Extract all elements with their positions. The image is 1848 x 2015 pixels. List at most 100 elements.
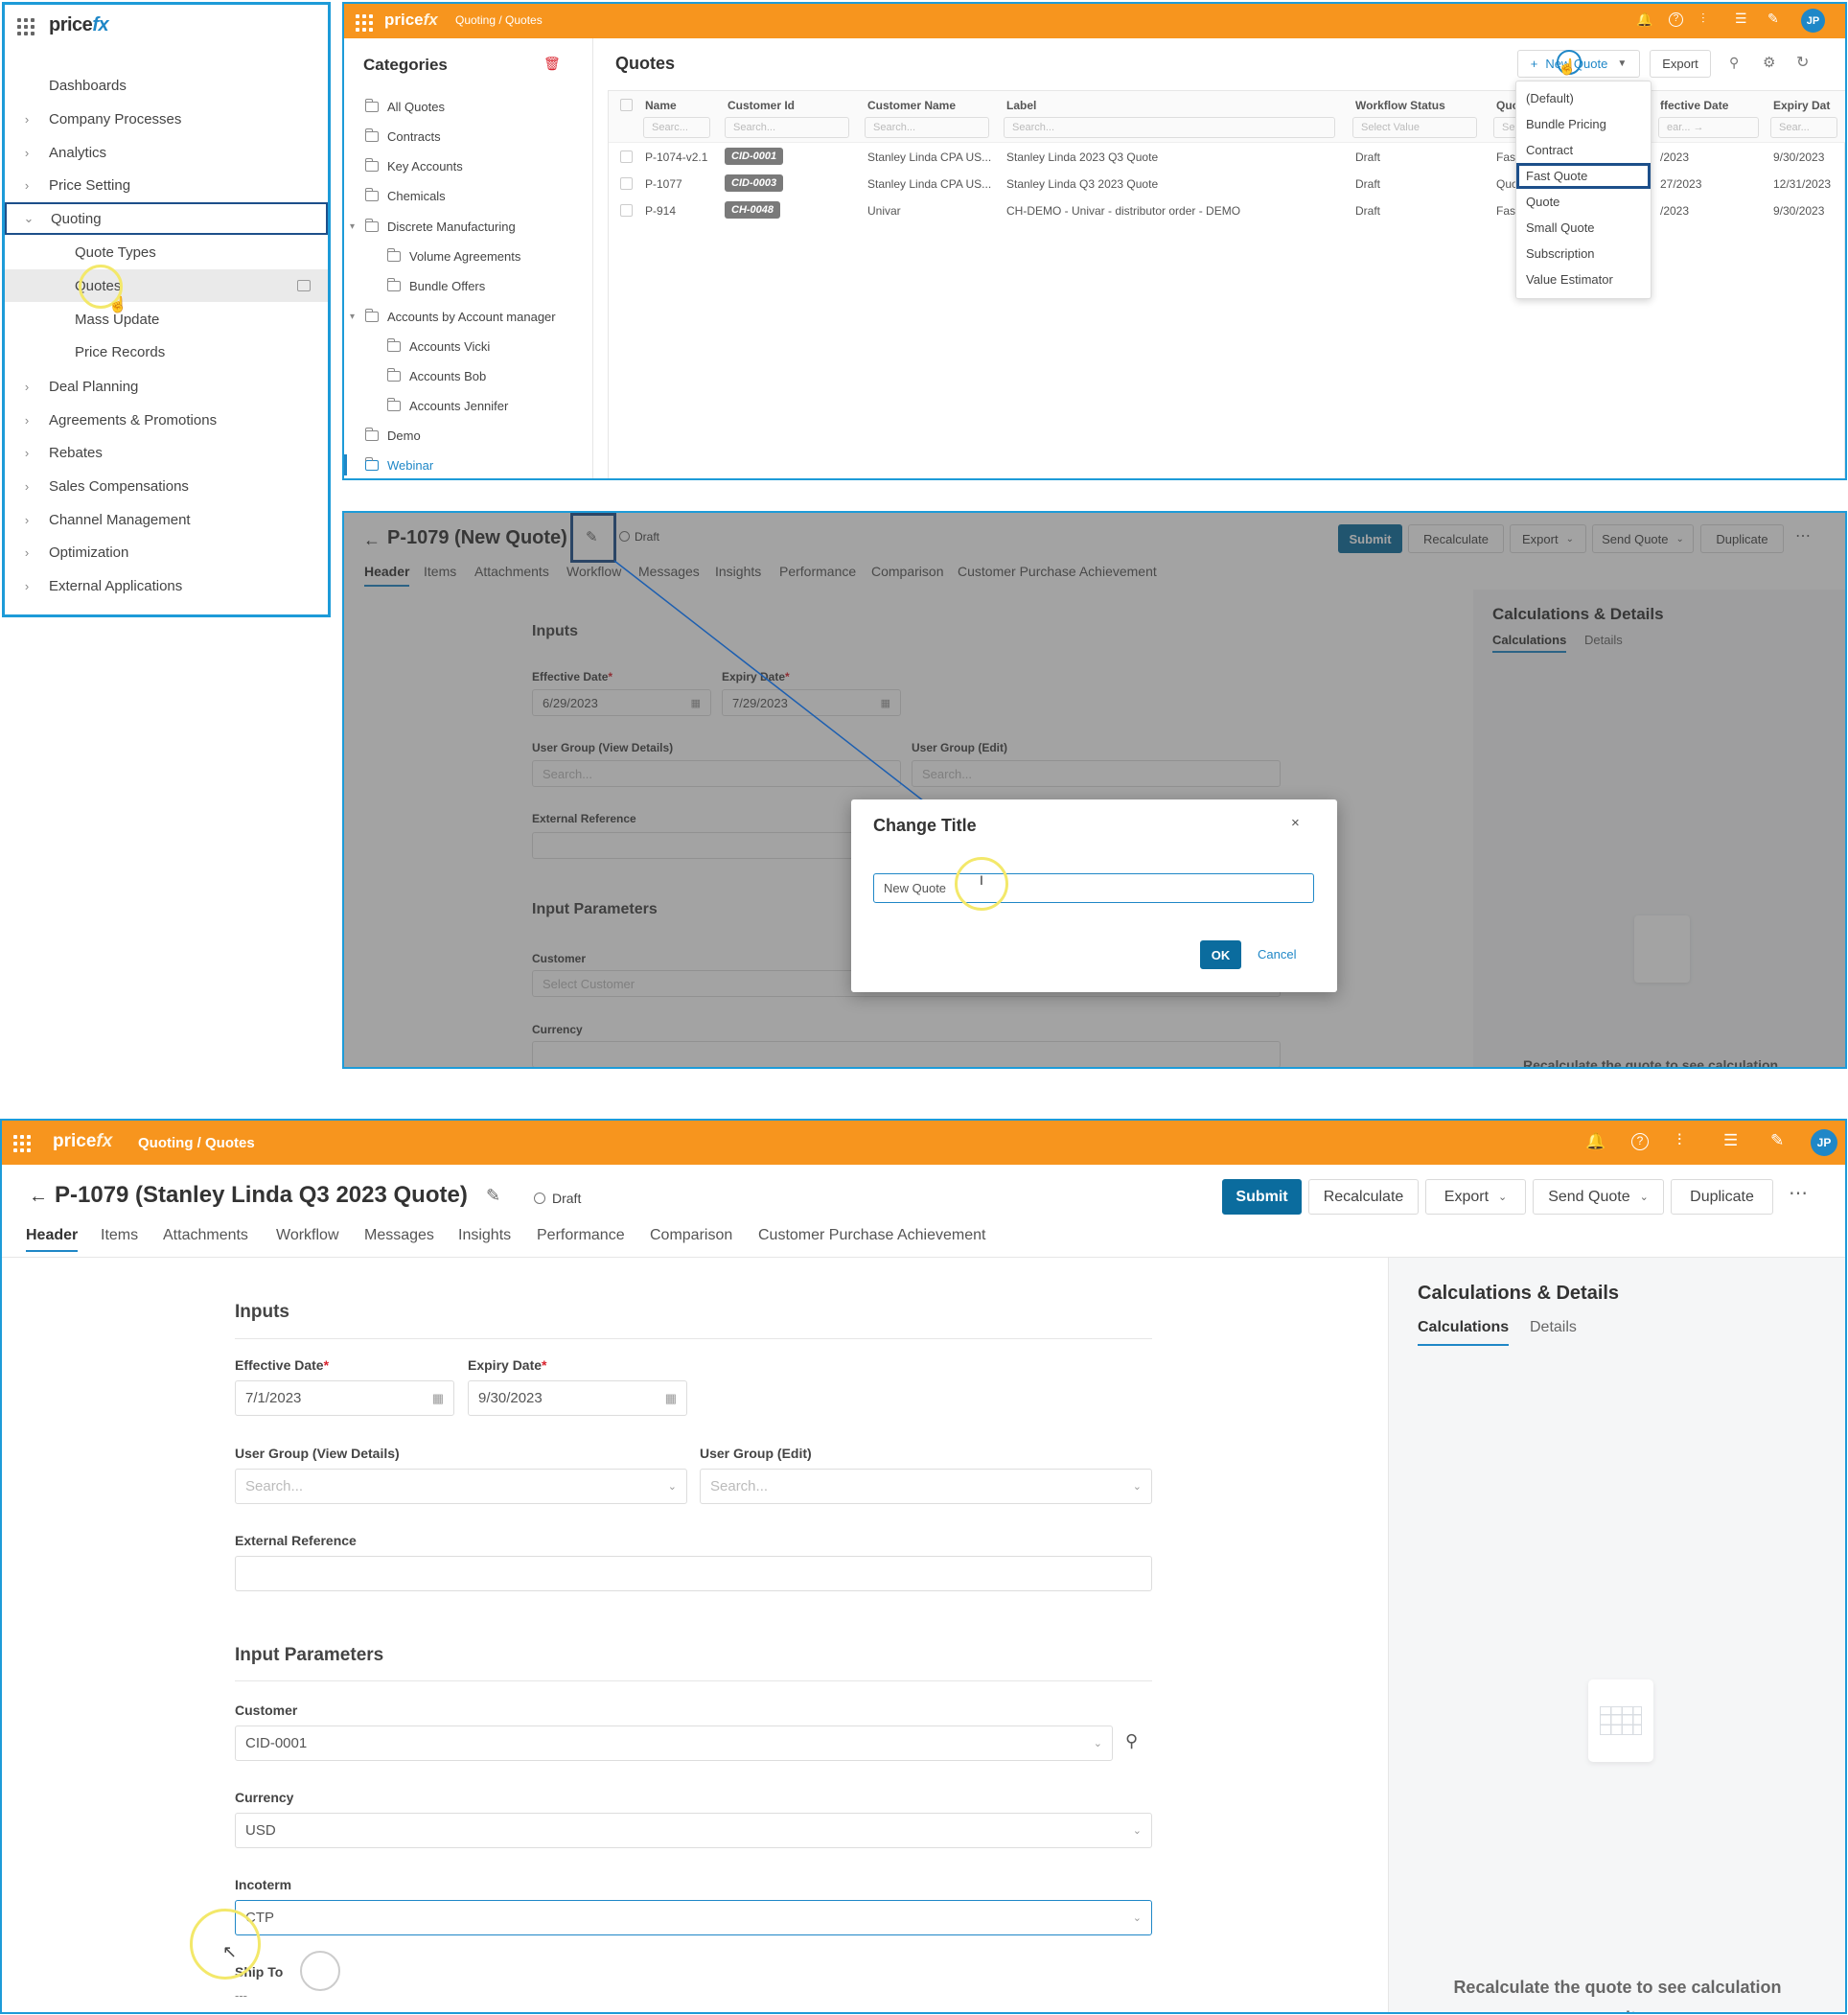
filter-customer-id-input[interactable]: Search...: [725, 117, 849, 138]
tab-customer-purchase-achievement[interactable]: Customer Purchase Achievement: [758, 1227, 985, 1244]
quote-type-option[interactable]: Small Quote: [1516, 215, 1651, 241]
app-launcher-icon[interactable]: [13, 1135, 31, 1152]
title-input[interactable]: New Quote: [873, 873, 1314, 903]
settings-sliders-icon[interactable]: ⫶: [1701, 11, 1705, 27]
column-header[interactable]: Label: [1006, 99, 1036, 112]
category-item[interactable]: ▾ Discrete Manufacturing: [350, 216, 516, 237]
category-item[interactable]: Demo: [365, 425, 421, 446]
effective-date-input[interactable]: 7/1/2023 ▦: [235, 1380, 454, 1416]
export-button[interactable]: Export: [1650, 50, 1711, 78]
trash-icon[interactable]: 🗑: [543, 56, 561, 72]
quote-type-option[interactable]: Contract: [1516, 137, 1651, 163]
quote-name-link[interactable]: P-1074-v2.1: [645, 151, 707, 164]
filter-effective-date-input[interactable]: ear... →: [1658, 117, 1759, 138]
refresh-icon[interactable]: ↻: [1796, 53, 1809, 72]
nav-deal-planning[interactable]: › Deal Planning: [5, 370, 328, 403]
filter-name-input[interactable]: Searc...: [643, 117, 710, 138]
column-header[interactable]: Workflow Status: [1355, 99, 1445, 112]
pencil-icon[interactable]: ✎: [486, 1186, 500, 1206]
quote-type-option[interactable]: Subscription: [1516, 241, 1651, 266]
category-item[interactable]: ▾ Accounts by Account manager: [350, 306, 556, 327]
quote-type-option[interactable]: Bundle Pricing: [1516, 111, 1651, 137]
nav-company-processes[interactable]: › Company Processes: [5, 103, 328, 135]
export-button[interactable]: Export ⌄: [1425, 1179, 1526, 1215]
calc-tab-calculations[interactable]: Calculations: [1418, 1319, 1510, 1346]
close-icon[interactable]: ×: [1291, 815, 1300, 831]
nav-channel-management[interactable]: › Channel Management: [5, 503, 328, 536]
currency-select[interactable]: USD ⌄: [235, 1813, 1152, 1848]
submit-button[interactable]: Submit: [1222, 1179, 1302, 1215]
user-avatar[interactable]: JP: [1801, 9, 1825, 33]
category-item[interactable]: Chemicals: [365, 185, 446, 206]
help-icon[interactable]: ?: [1669, 12, 1683, 27]
nav-quote-types[interactable]: Quote Types: [5, 236, 328, 268]
nav-price-setting[interactable]: › Price Setting: [5, 169, 328, 201]
column-header[interactable]: Expiry Dat: [1773, 99, 1830, 112]
category-item[interactable]: Contracts: [365, 126, 441, 147]
ok-button[interactable]: OK: [1200, 940, 1241, 969]
category-item[interactable]: Accounts Vicki: [387, 336, 490, 357]
cancel-button[interactable]: Cancel: [1258, 947, 1296, 961]
nav-optimization[interactable]: › Optimization: [5, 536, 328, 568]
nav-dashboards[interactable]: Dashboards: [5, 69, 328, 102]
quote-type-option[interactable]: Value Estimator: [1516, 266, 1651, 292]
category-item[interactable]: Key Accounts: [365, 155, 463, 176]
expiry-date-input[interactable]: 9/30/2023 ▦: [468, 1380, 687, 1416]
row-checkbox[interactable]: [620, 151, 633, 163]
category-item[interactable]: Bundle Offers: [387, 275, 485, 296]
nav-external-applications[interactable]: › External Applications: [5, 569, 328, 602]
filter-icon[interactable]: ⚲: [1729, 55, 1739, 71]
quote-name-link[interactable]: P-914: [645, 204, 676, 218]
table-row[interactable]: P-914 CH-0048 Univar CH-DEMO - Univar - …: [609, 197, 1845, 223]
tab-comparison[interactable]: Comparison: [650, 1227, 732, 1244]
quote-label-link[interactable]: Stanley Linda 2023 Q3 Quote: [1006, 151, 1158, 164]
gear-icon[interactable]: ⚙: [1763, 54, 1775, 71]
duplicate-button[interactable]: Duplicate: [1671, 1179, 1773, 1215]
incoterm-select[interactable]: CTP ⌄: [235, 1900, 1152, 1935]
quote-type-option[interactable]: (Default): [1516, 85, 1651, 111]
tab-messages[interactable]: Messages: [364, 1227, 434, 1244]
row-checkbox[interactable]: [620, 204, 633, 217]
nav-rebates[interactable]: › Rebates: [5, 436, 328, 469]
back-arrow-icon[interactable]: ←: [29, 1186, 48, 1208]
quote-type-option-fast-quote[interactable]: Fast Quote: [1516, 163, 1651, 189]
quote-label-link[interactable]: CH-DEMO - Univar - distributor order - D…: [1006, 204, 1240, 218]
database-icon[interactable]: ☰: [1735, 11, 1747, 27]
category-item-webinar[interactable]: Webinar: [344, 454, 433, 475]
table-row[interactable]: P-1074-v2.1 CID-0001 Stanley Linda CPA U…: [609, 143, 1845, 170]
category-item[interactable]: All Quotes: [365, 96, 445, 117]
column-header[interactable]: Customer Name: [867, 99, 956, 112]
select-all-checkbox[interactable]: [620, 99, 633, 111]
tab-attachments[interactable]: Attachments: [163, 1227, 248, 1244]
quote-label-link[interactable]: Stanley Linda Q3 2023 Quote: [1006, 177, 1158, 191]
tools-icon[interactable]: ✎: [1770, 1131, 1784, 1150]
app-launcher-icon[interactable]: [356, 14, 373, 32]
category-item[interactable]: Accounts Jennifer: [387, 395, 508, 416]
quote-type-option[interactable]: Quote: [1516, 189, 1651, 215]
nav-quotes[interactable]: Quotes: [5, 269, 328, 302]
search-icon[interactable]: ⚲: [1125, 1731, 1138, 1751]
breadcrumb[interactable]: Quoting / Quotes: [138, 1135, 255, 1151]
filter-expiry-date-input[interactable]: Sear...: [1770, 117, 1837, 138]
column-header[interactable]: ffective Date: [1660, 99, 1728, 112]
recalculate-button[interactable]: Recalculate: [1308, 1179, 1419, 1215]
help-icon[interactable]: ?: [1631, 1133, 1649, 1150]
external-reference-input[interactable]: [235, 1556, 1152, 1591]
notifications-icon[interactable]: 🔔: [1636, 12, 1652, 28]
notifications-icon[interactable]: 🔔: [1585, 1132, 1605, 1151]
nav-agreements-promotions[interactable]: › Agreements & Promotions: [5, 404, 328, 436]
customer-select[interactable]: CID-0001 ⌄: [235, 1725, 1113, 1761]
open-in-tab-icon[interactable]: [297, 280, 311, 291]
tools-icon[interactable]: ✎: [1767, 11, 1779, 27]
settings-sliders-icon[interactable]: ⫶: [1677, 1131, 1681, 1150]
quote-name-link[interactable]: P-1077: [645, 177, 682, 191]
tab-performance[interactable]: Performance: [537, 1227, 625, 1244]
category-item[interactable]: Volume Agreements: [387, 245, 520, 266]
tab-header[interactable]: Header: [26, 1227, 79, 1252]
filter-label-input[interactable]: Search...: [1004, 117, 1335, 138]
filter-customer-name-input[interactable]: Search...: [865, 117, 989, 138]
column-header[interactable]: Name: [645, 99, 677, 112]
nav-mass-update[interactable]: Mass Update: [5, 303, 328, 336]
user-group-edit-select[interactable]: Search... ⌄: [700, 1469, 1152, 1504]
database-icon[interactable]: ☰: [1723, 1131, 1738, 1150]
